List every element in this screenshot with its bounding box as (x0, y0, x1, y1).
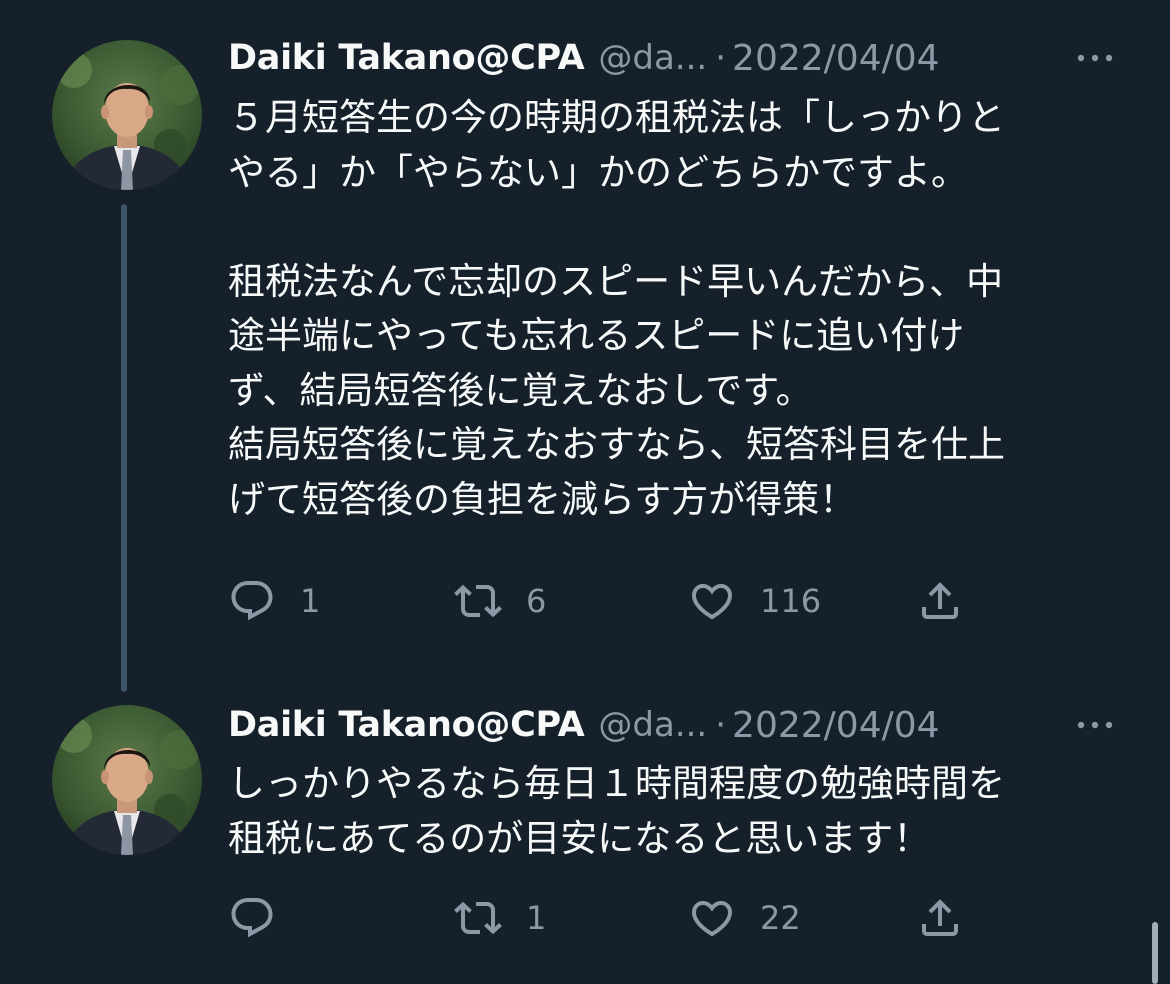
author-display-name[interactable]: Daiki Takano@CPA (228, 705, 585, 745)
tweet-text: しっかりやるなら毎日１時間程度の勉強時間を 租税にあてるのが目安になると思います… (228, 762, 1005, 860)
thread-connector-line (121, 204, 127, 692)
like-count: 22 (760, 899, 801, 937)
share-icon (916, 894, 964, 942)
more-icon[interactable] (1072, 43, 1118, 73)
reply-button[interactable]: 1 (228, 576, 320, 626)
tweet-actions: 1 22 (228, 893, 1008, 943)
retweet-count: 6 (526, 582, 547, 620)
retweet-count: 1 (526, 899, 547, 937)
reply-button[interactable] (228, 893, 300, 943)
retweet-button[interactable]: 1 (454, 893, 546, 943)
like-count: 116 (760, 582, 822, 620)
retweet-button[interactable]: 6 (454, 576, 546, 626)
tweet[interactable]: Daiki Takano@CPA @da... · 2022/04/04 しっか… (0, 700, 1170, 984)
scrollbar-thumb[interactable] (1152, 922, 1158, 984)
heart-icon (688, 577, 736, 625)
tweet-header: Daiki Takano@CPA @da... · 2022/04/04 (228, 33, 1118, 83)
header-separator: · (715, 705, 727, 745)
heart-icon (688, 894, 736, 942)
share-button[interactable] (916, 893, 964, 943)
like-button[interactable]: 22 (688, 893, 801, 943)
tweet-date[interactable]: 2022/04/04 (732, 38, 940, 79)
tweet-actions: 1 6 116 (228, 576, 1008, 626)
author-handle[interactable]: @da... (598, 38, 707, 78)
retweet-icon (454, 577, 502, 625)
like-button[interactable]: 116 (688, 576, 821, 626)
header-separator: · (715, 38, 727, 78)
tweet-header: Daiki Takano@CPA @da... · 2022/04/04 (228, 700, 1118, 750)
tweet-date[interactable]: 2022/04/04 (732, 705, 940, 746)
more-icon[interactable] (1072, 710, 1118, 740)
tweet-text: ５月短答生の今の時期の租税法は「しっかりと やる」か「やらない」かのどちらかです… (228, 96, 1005, 521)
tweet[interactable]: Daiki Takano@CPA @da... · 2022/04/04 ５月短… (0, 0, 1170, 700)
author-avatar[interactable] (52, 705, 202, 855)
author-avatar[interactable] (52, 40, 202, 190)
share-icon (916, 577, 964, 625)
reply-icon (228, 577, 276, 625)
reply-count: 1 (300, 582, 321, 620)
share-button[interactable] (916, 576, 964, 626)
reply-icon (228, 894, 276, 942)
author-handle[interactable]: @da... (598, 705, 707, 745)
author-display-name[interactable]: Daiki Takano@CPA (228, 38, 585, 78)
retweet-icon (454, 894, 502, 942)
